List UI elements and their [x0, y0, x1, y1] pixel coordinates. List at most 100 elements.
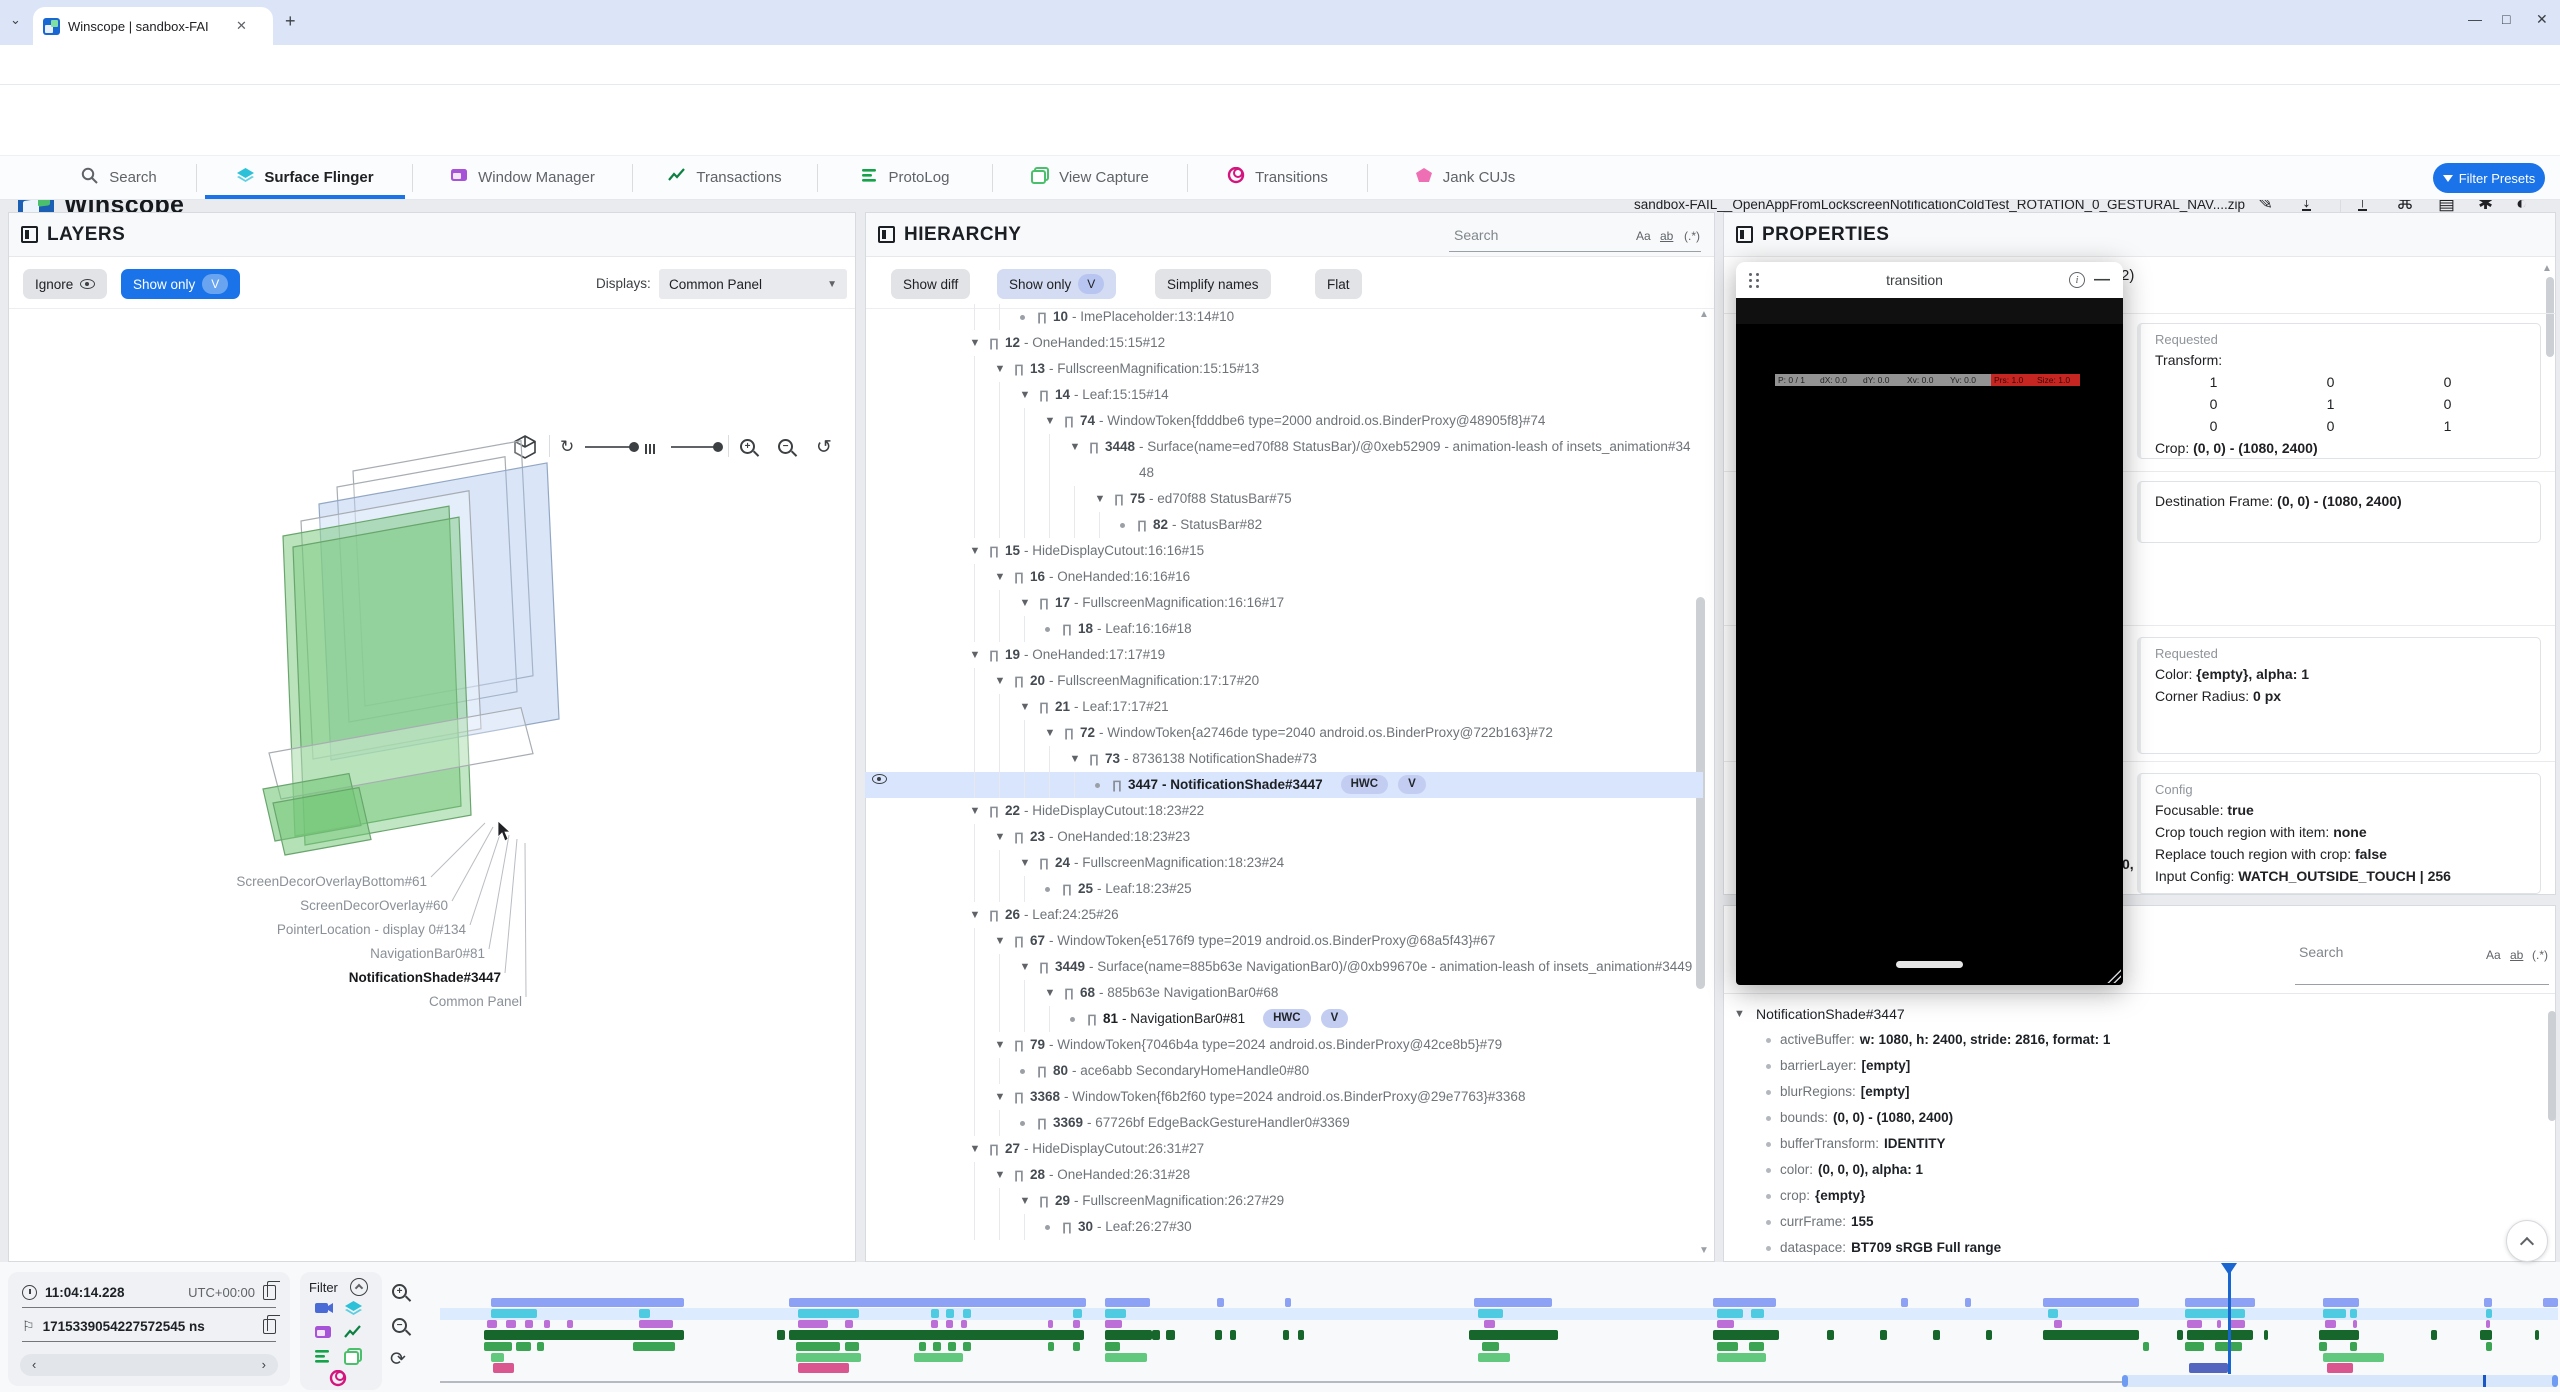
trace-segment[interactable] — [2486, 1342, 2492, 1351]
chart-filter-icon[interactable] — [344, 1324, 363, 1346]
next-frame-icon[interactable]: › — [262, 1357, 266, 1372]
tree-row[interactable]: ▼∏73- 8736138 NotificationShade#73 — [865, 746, 1703, 772]
tree-row[interactable]: ▼∏67- WindowToken{e5176f9 type=2019 andr… — [865, 928, 1703, 954]
minimap-handle-right[interactable] — [2552, 1375, 2558, 1387]
trace-segment[interactable] — [2486, 1320, 2490, 1328]
tree-row[interactable]: ▼∏24- FullscreenMagnification:18:23#24 — [865, 850, 1703, 876]
trace-segment[interactable] — [1105, 1330, 1152, 1340]
tree-row[interactable]: ▼∏19- OneHanded:17:17#19 — [865, 642, 1703, 668]
trace-segment[interactable] — [2319, 1342, 2327, 1351]
expand-arrow-icon[interactable]: ▼ — [1040, 720, 1060, 746]
trace-segment[interactable] — [1717, 1320, 1734, 1328]
expand-arrow-icon[interactable]: ▼ — [990, 928, 1010, 954]
row-visibility-eye-icon[interactable] — [872, 774, 887, 784]
expand-arrow-icon[interactable]: ▼ — [1015, 590, 1035, 616]
prev-frame-icon[interactable]: ‹ — [32, 1357, 36, 1372]
trace-segment[interactable] — [2353, 1320, 2357, 1328]
ignore-button[interactable]: Ignore — [23, 269, 107, 299]
trace-segment[interactable] — [1469, 1330, 1558, 1340]
trace-segment[interactable] — [2264, 1330, 2268, 1340]
layer-label[interactable]: ScreenDecorOverlay#60 — [300, 898, 448, 913]
tree-row[interactable]: ▼∏26- Leaf:24:25#26 — [865, 902, 1703, 928]
minimap-rail[interactable] — [440, 1381, 2122, 1383]
window-maximize-button[interactable]: □ — [2502, 11, 2510, 27]
tree-row[interactable]: ∏80- ace6abb SecondaryHomeHandle0#80 — [865, 1058, 1703, 1084]
expand-arrow-icon[interactable]: ▼ — [990, 564, 1010, 590]
trace-segment[interactable] — [2327, 1363, 2352, 1373]
ns-time-field[interactable]: ⚐ 1715339054227572545 ns — [22, 1312, 276, 1342]
trace-segment[interactable] — [1073, 1309, 1081, 1318]
trace-segment[interactable] — [2185, 1309, 2244, 1318]
trace-segment[interactable] — [1827, 1330, 1833, 1340]
trace-segment[interactable] — [1073, 1342, 1079, 1351]
trace-segment[interactable] — [1105, 1342, 1120, 1351]
collapse-fab-button[interactable] — [2506, 1220, 2548, 1262]
trace-segment[interactable] — [1986, 1330, 1992, 1340]
scroll-up-arrow[interactable]: ▲ — [2542, 263, 2552, 274]
layers-filter-icon[interactable] — [344, 1300, 363, 1322]
timeline-zoom-in-icon[interactable]: + — [392, 1284, 407, 1299]
nav-tab-jank-cujs[interactable]: Jank CUJs — [1375, 156, 1555, 199]
expand-arrow-icon[interactable]: ▼ — [1015, 694, 1035, 720]
trace-segment[interactable] — [789, 1298, 1086, 1307]
tree-row[interactable]: ▼∏17- FullscreenMagnification:16:16#17 — [865, 590, 1703, 616]
expand-arrow-icon[interactable]: ▼ — [965, 538, 985, 564]
drag-handle-icon[interactable] — [1748, 272, 1760, 289]
resize-grip[interactable] — [2107, 969, 2121, 983]
layer-label[interactable]: Common Panel — [429, 994, 522, 1009]
trace-segment[interactable] — [1901, 1298, 1907, 1307]
tab-search-chevron-icon[interactable]: ⌄ — [10, 12, 21, 28]
match-case-icon[interactable]: Aa — [1636, 229, 1651, 243]
trace-segment[interactable] — [1749, 1342, 1764, 1351]
tree-row[interactable]: ▼∏29- FullscreenMagnification:26:27#29 — [865, 1188, 1703, 1214]
tree-row[interactable]: ▼∏14- Leaf:15:15#14 — [865, 382, 1703, 408]
tree-row[interactable]: ∏18- Leaf:16:16#18 — [865, 616, 1703, 642]
expand-arrow-icon[interactable]: ▼ — [990, 1032, 1010, 1058]
layer-label[interactable]: NavigationBar0#81 — [370, 946, 485, 961]
show-only-button[interactable]: Show only V — [997, 269, 1116, 299]
curr-scrollbar-thumb[interactable] — [2548, 1011, 2556, 1121]
expand-arrow-icon[interactable]: ▼ — [965, 330, 985, 356]
trace-segment[interactable] — [946, 1309, 953, 1318]
trace-segment[interactable] — [1283, 1330, 1289, 1340]
tree-row[interactable]: ▼∏3368- WindowToken{f6b2f60 type=2024 an… — [865, 1084, 1703, 1110]
expand-arrow-icon[interactable]: ▼ — [1090, 486, 1110, 512]
expand-arrow-icon[interactable]: ▼ — [990, 668, 1010, 694]
tree-row[interactable]: ▼∏21- Leaf:17:17#21 — [865, 694, 1703, 720]
trace-segment[interactable] — [2319, 1330, 2359, 1340]
trace-segment[interactable] — [1105, 1320, 1122, 1328]
proto-property-row[interactable]: bufferTransform:IDENTITY — [1734, 1131, 2541, 1157]
trace-segment[interactable] — [1298, 1330, 1304, 1340]
nav-tab-search[interactable]: Search — [49, 156, 189, 199]
trace-segment[interactable] — [2323, 1298, 2359, 1307]
trace-segment[interactable] — [2323, 1353, 2384, 1362]
browser-tab[interactable]: Winscope | sandbox-FAI ✕ — [33, 7, 273, 45]
tree-row[interactable]: ▼∏28- OneHanded:26:31#28 — [865, 1162, 1703, 1188]
trace-segment[interactable] — [1717, 1309, 1742, 1318]
trace-segment[interactable] — [796, 1342, 840, 1351]
trace-segment[interactable] — [1478, 1353, 1510, 1362]
trace-segment[interactable] — [1285, 1298, 1291, 1307]
lines-filter-icon[interactable] — [314, 1348, 333, 1370]
tree-row[interactable]: ∏82- StatusBar#82 — [865, 512, 1703, 538]
trace-segment[interactable] — [961, 1320, 967, 1328]
expand-arrow-icon[interactable]: ▼ — [1015, 382, 1035, 408]
trace-segment[interactable] — [491, 1298, 684, 1307]
layers-3d-view[interactable] — [9, 309, 857, 1263]
frame-filter-icon[interactable] — [344, 1348, 363, 1370]
expand-arrow-icon[interactable]: ▼ — [965, 642, 985, 668]
tree-row[interactable]: ▼∏22- HideDisplayCutout:18:23#22 — [865, 798, 1703, 824]
tree-row[interactable]: ▼∏75- ed70f88 StatusBar#75 — [865, 486, 1703, 512]
trace-segment[interactable] — [1478, 1309, 1503, 1318]
proto-property-row[interactable]: activeBuffer:w: 1080, h: 2400, stride: 2… — [1734, 1027, 2541, 1053]
tree-row[interactable]: ▼∏16- OneHanded:16:16#16 — [865, 564, 1703, 590]
trace-segment[interactable] — [2043, 1298, 2138, 1307]
layer-label[interactable]: NotificationShade#3447 — [349, 970, 501, 985]
transition-floating-window[interactable]: transition i — P: 0 / 1dX: 0.0dY: 0.0Xv:… — [1736, 262, 2123, 985]
displays-select[interactable]: Common Panel▼ — [659, 269, 847, 299]
trace-segment[interactable] — [2486, 1309, 2492, 1318]
expand-arrow-icon[interactable]: ▼ — [965, 1136, 985, 1162]
proto-property-row[interactable]: currFrame:155 — [1734, 1209, 2541, 1235]
proto-property-row[interactable]: blurRegions:[empty] — [1734, 1079, 2541, 1105]
trace-segment[interactable] — [948, 1342, 955, 1351]
